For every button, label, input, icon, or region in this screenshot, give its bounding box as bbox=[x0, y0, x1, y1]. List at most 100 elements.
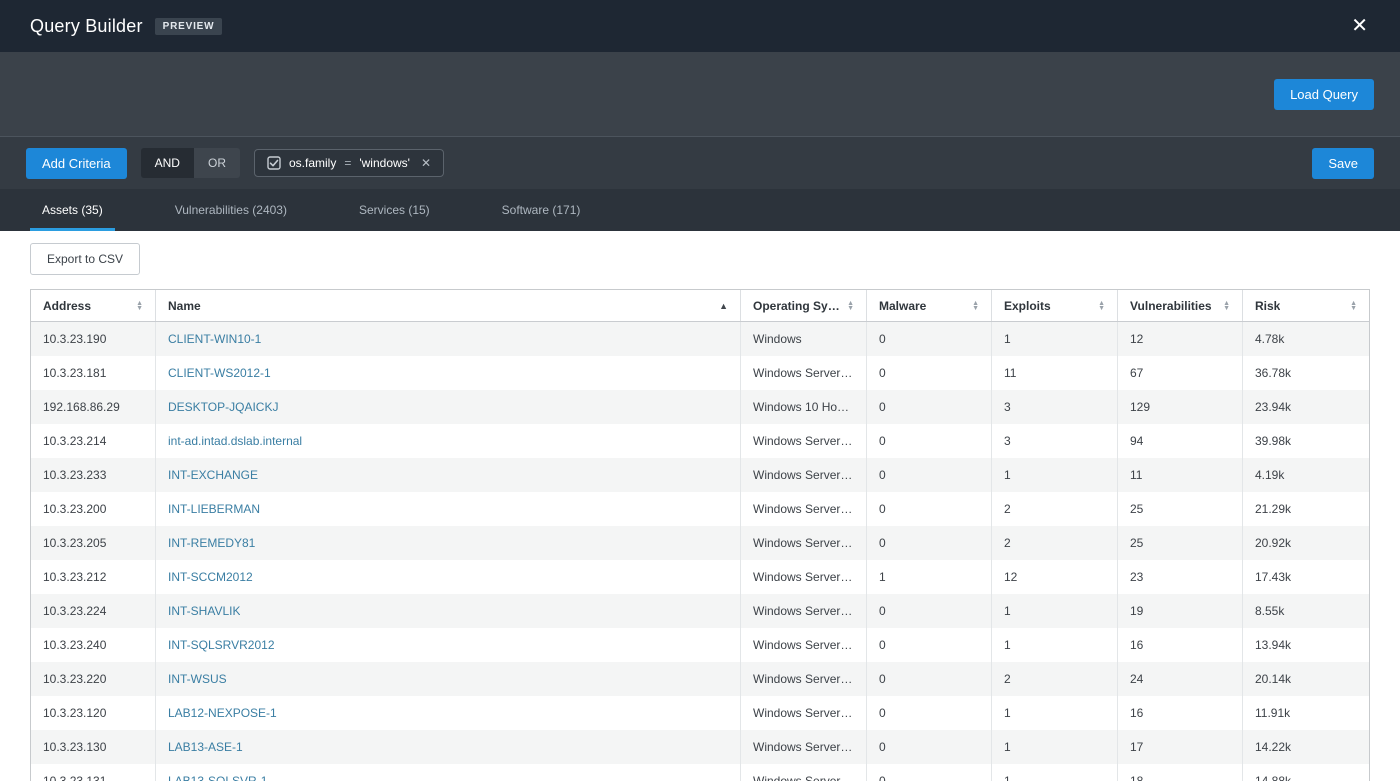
asset-name-link[interactable]: LAB13-SQLSVR-1 bbox=[168, 774, 267, 781]
cell-address: 10.3.23.233 bbox=[31, 458, 156, 492]
cell-risk: 20.14k bbox=[1243, 662, 1369, 696]
cell-exploits: 2 bbox=[992, 526, 1118, 560]
cell-risk: 21.29k bbox=[1243, 492, 1369, 526]
asset-name-link[interactable]: LAB13-ASE-1 bbox=[168, 740, 243, 754]
asset-name-link[interactable]: INT-LIEBERMAN bbox=[168, 502, 260, 516]
assets-table: Address▲▼Name▲Operating System▲▼Malware▲… bbox=[30, 289, 1370, 781]
cell-risk: 8.55k bbox=[1243, 594, 1369, 628]
tab-software[interactable]: Software (171) bbox=[490, 189, 593, 231]
cell-os: Windows Server 2… bbox=[741, 594, 867, 628]
cell-exploits: 11 bbox=[992, 356, 1118, 390]
cell-risk: 4.78k bbox=[1243, 322, 1369, 356]
table-row: 10.3.23.240INT-SQLSRVR2012Windows Server… bbox=[31, 628, 1369, 662]
table-body: 10.3.23.190CLIENT-WIN10-1Windows01124.78… bbox=[31, 322, 1369, 781]
table-row: 10.3.23.181 CLIENT-WS2012-1 Windows Server… bbox=[31, 356, 1369, 390]
cell-name: INT-SQLSRVR2012 bbox=[156, 628, 741, 662]
asset-name-link[interactable]: DESKTOP-JQAICKJ bbox=[168, 400, 278, 414]
asset-name-link[interactable]: INT-SCCM2012 bbox=[168, 570, 253, 584]
cell-name: LAB13-SQLSVR-1 bbox=[156, 764, 741, 781]
cell-risk: 36.78k bbox=[1243, 356, 1369, 390]
cell-malware: 0 bbox=[867, 424, 992, 458]
tab-services[interactable]: Services (15) bbox=[347, 189, 442, 231]
cell-exploits: 2 bbox=[992, 662, 1118, 696]
export-csv-button[interactable]: Export to CSV bbox=[30, 243, 140, 275]
cell-address: 10.3.23.120 bbox=[31, 696, 156, 730]
cell-malware: 0 bbox=[867, 696, 992, 730]
sort-toggle-icon[interactable]: ▲▼ bbox=[1223, 301, 1230, 311]
sort-toggle-icon[interactable]: ▲▼ bbox=[847, 301, 854, 311]
sort-toggle-icon[interactable]: ▲▼ bbox=[136, 301, 143, 311]
asset-name-link[interactable]: CLIENT-WIN10-1 bbox=[168, 332, 261, 346]
cell-address: 10.3.23.214 bbox=[31, 424, 156, 458]
sort-toggle-icon[interactable]: ▲▼ bbox=[1350, 301, 1357, 311]
cell-address: 10.3.23.181 bbox=[31, 356, 156, 390]
cell-risk: 23.94k bbox=[1243, 390, 1369, 424]
cell-exploits: 1 bbox=[992, 628, 1118, 662]
and-button[interactable]: AND bbox=[141, 148, 194, 178]
cell-name: DESKTOP-JQAICKJ bbox=[156, 390, 741, 424]
cell-os: Windows Server 2… bbox=[741, 662, 867, 696]
tab-assets[interactable]: Assets (35) bbox=[30, 189, 115, 231]
asset-name-link[interactable]: INT-REMEDY81 bbox=[168, 536, 255, 550]
sort-ascending-icon: ▲ bbox=[719, 301, 728, 311]
tabs-bar: Assets (35) Vulnerabilities (2403) Servi… bbox=[0, 189, 1400, 231]
sort-toggle-icon[interactable]: ▲▼ bbox=[972, 301, 979, 311]
cell-address: 10.3.23.190 bbox=[31, 322, 156, 356]
cell-risk: 14.22k bbox=[1243, 730, 1369, 764]
logic-operator-toggle: AND OR bbox=[141, 148, 240, 178]
table-row: 10.3.23.120LAB12-NEXPOSE-1Windows Server… bbox=[31, 696, 1369, 730]
column-header-address[interactable]: Address▲▼ bbox=[31, 290, 156, 321]
cell-vulnerabilities: 12 bbox=[1118, 322, 1243, 356]
cell-risk: 13.94k bbox=[1243, 628, 1369, 662]
cell-vulnerabilities: 24 bbox=[1118, 662, 1243, 696]
table-row: 10.3.23.214int-ad.intad.dslab.internalWi… bbox=[31, 424, 1369, 458]
cell-malware: 0 bbox=[867, 764, 992, 781]
criteria-chip[interactable]: os.family = 'windows' ✕ bbox=[254, 149, 444, 177]
add-criteria-button[interactable]: Add Criteria bbox=[26, 148, 127, 179]
checkbox-icon[interactable] bbox=[267, 156, 281, 170]
cell-os: Windows Server 2… bbox=[741, 356, 867, 390]
cell-malware: 0 bbox=[867, 390, 992, 424]
load-query-button[interactable]: Load Query bbox=[1274, 79, 1374, 110]
asset-name-link[interactable]: INT-EXCHANGE bbox=[168, 468, 258, 482]
column-header-exploits[interactable]: Exploits▲▼ bbox=[992, 290, 1118, 321]
chip-field: os.family bbox=[289, 156, 336, 170]
sort-toggle-icon[interactable]: ▲▼ bbox=[1098, 301, 1105, 311]
cell-vulnerabilities: 11 bbox=[1118, 458, 1243, 492]
column-header-risk[interactable]: Risk▲▼ bbox=[1243, 290, 1369, 321]
table-row: 10.3.23.131LAB13-SQLSVR-1Windows Server … bbox=[31, 764, 1369, 781]
remove-criteria-icon[interactable]: ✕ bbox=[421, 156, 431, 170]
cell-name: CLIENT-WIN10-1 bbox=[156, 322, 741, 356]
asset-name-link[interactable]: INT-WSUS bbox=[168, 672, 227, 686]
cell-risk: 17.43k bbox=[1243, 560, 1369, 594]
cell-vulnerabilities: 129 bbox=[1118, 390, 1243, 424]
cell-exploits: 1 bbox=[992, 696, 1118, 730]
close-icon[interactable]: ✕ bbox=[1345, 12, 1374, 40]
save-button[interactable]: Save bbox=[1312, 148, 1374, 179]
cell-exploits: 1 bbox=[992, 458, 1118, 492]
table-row: 10.3.23.220INT-WSUSWindows Server 2…0224… bbox=[31, 662, 1369, 696]
column-header-os[interactable]: Operating System▲▼ bbox=[741, 290, 867, 321]
cell-exploits: 2 bbox=[992, 492, 1118, 526]
cell-vulnerabilities: 25 bbox=[1118, 526, 1243, 560]
column-header-vulnerabilities[interactable]: Vulnerabilities▲▼ bbox=[1118, 290, 1243, 321]
cell-malware: 0 bbox=[867, 662, 992, 696]
cell-address: 10.3.23.224 bbox=[31, 594, 156, 628]
asset-name-link[interactable]: int-ad.intad.dslab.internal bbox=[168, 434, 302, 448]
cell-os: Windows Server 2… bbox=[741, 526, 867, 560]
asset-name-link[interactable]: INT-SHAVLIK bbox=[168, 604, 240, 618]
cell-exploits: 3 bbox=[992, 424, 1118, 458]
asset-name-link[interactable]: CLIENT-WS2012-1 bbox=[168, 366, 271, 380]
cell-exploits: 1 bbox=[992, 730, 1118, 764]
asset-name-link[interactable]: LAB12-NEXPOSE-1 bbox=[168, 706, 277, 720]
asset-name-link[interactable]: INT-SQLSRVR2012 bbox=[168, 638, 275, 652]
cell-malware: 0 bbox=[867, 322, 992, 356]
criteria-bar: Add Criteria AND OR os.family = 'windows… bbox=[0, 137, 1400, 189]
tab-vulnerabilities[interactable]: Vulnerabilities (2403) bbox=[163, 189, 299, 231]
cell-address: 10.3.23.205 bbox=[31, 526, 156, 560]
column-header-name[interactable]: Name▲ bbox=[156, 290, 741, 321]
or-button[interactable]: OR bbox=[194, 148, 240, 178]
table-row: 10.3.23.200INT-LIEBERMANWindows Server 2… bbox=[31, 492, 1369, 526]
column-header-malware[interactable]: Malware▲▼ bbox=[867, 290, 992, 321]
table-row: 10.3.23.205 INT-REMEDY81 Windows Server 2…… bbox=[31, 526, 1369, 560]
